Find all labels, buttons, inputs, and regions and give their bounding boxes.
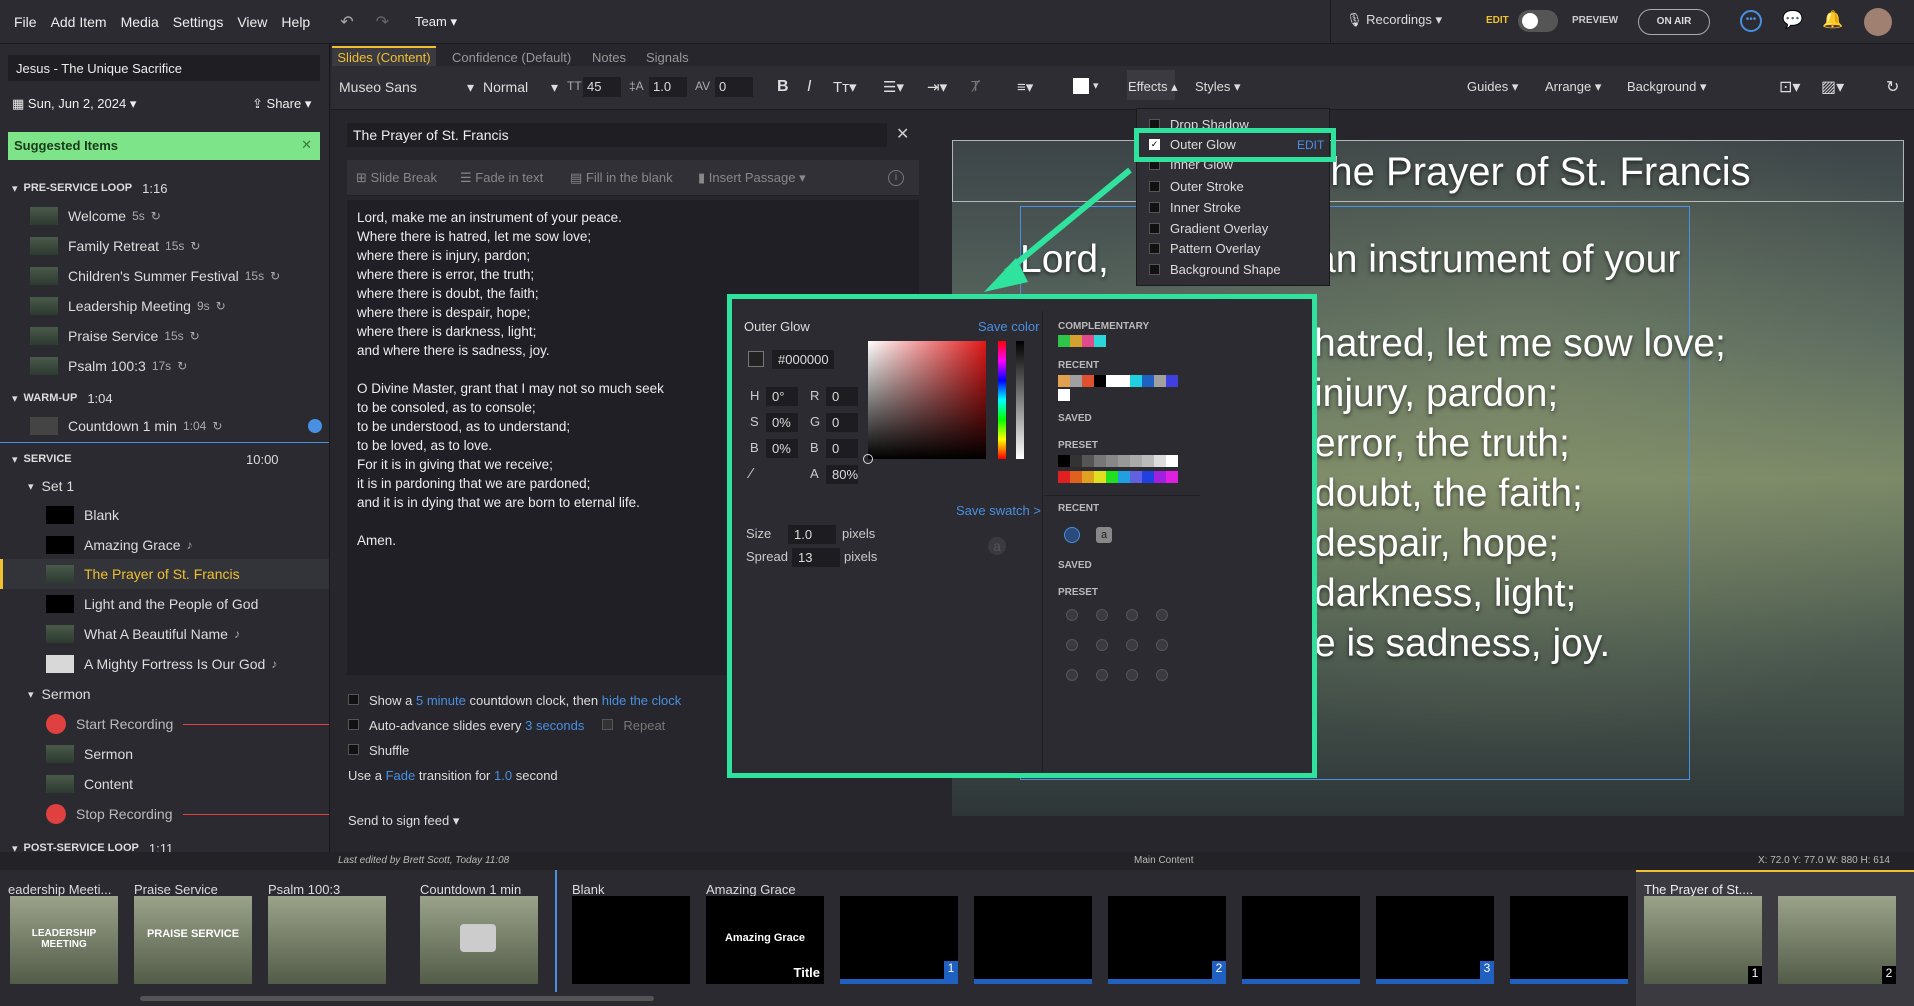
annotation-arrow — [984, 167, 1132, 292]
